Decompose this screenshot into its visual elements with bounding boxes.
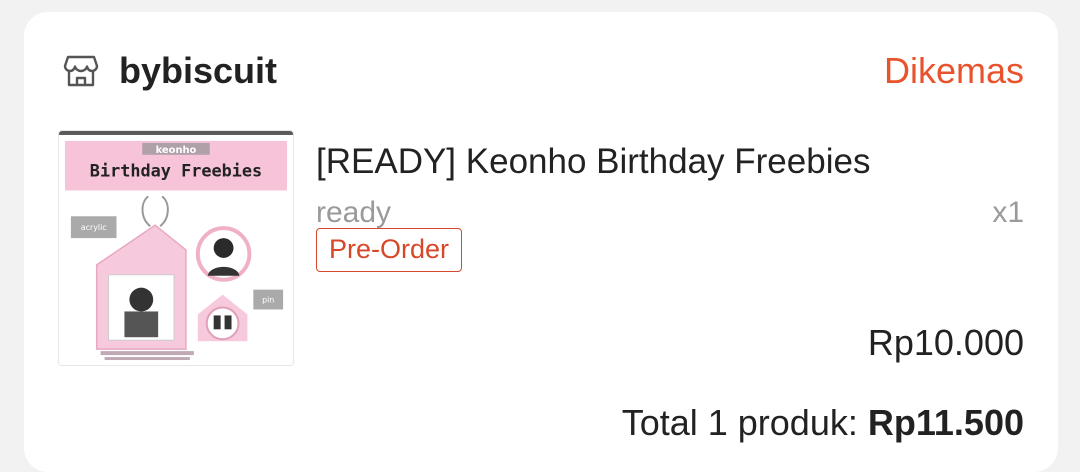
product-title[interactable]: [READY] Keonho Birthday Freebies <box>316 142 870 182</box>
thumb-label-left: acrylic <box>81 223 107 232</box>
thumb-label-main: Birthday Freebies <box>90 161 262 181</box>
total-amount: Rp11.500 <box>867 402 1024 443</box>
order-status: Dikemas <box>883 50 1024 91</box>
preorder-badge: Pre-Order <box>316 228 463 272</box>
product-thumbnail[interactable]: keonho Birthday Freebies acrylic pin <box>58 130 294 366</box>
order-total: Total 1 produk: Rp11.500 <box>622 402 1024 444</box>
product-variant: ready <box>316 196 392 229</box>
product-quantity: x1 <box>992 196 1024 229</box>
order-card[interactable]: bybiscuit Dikemas keonho Birthday Freebi… <box>24 12 1058 472</box>
product-price: Rp10.000 <box>867 322 1024 363</box>
thumb-label-top: keonho <box>156 145 197 156</box>
shop-header[interactable]: bybiscuit <box>62 48 277 94</box>
store-icon <box>63 55 99 87</box>
product-image: keonho Birthday Freebies acrylic pin <box>59 131 293 365</box>
total-label: Total 1 produk: <box>621 402 858 443</box>
shop-name[interactable]: bybiscuit <box>119 50 277 92</box>
thumb-label-right: pin <box>262 296 274 305</box>
